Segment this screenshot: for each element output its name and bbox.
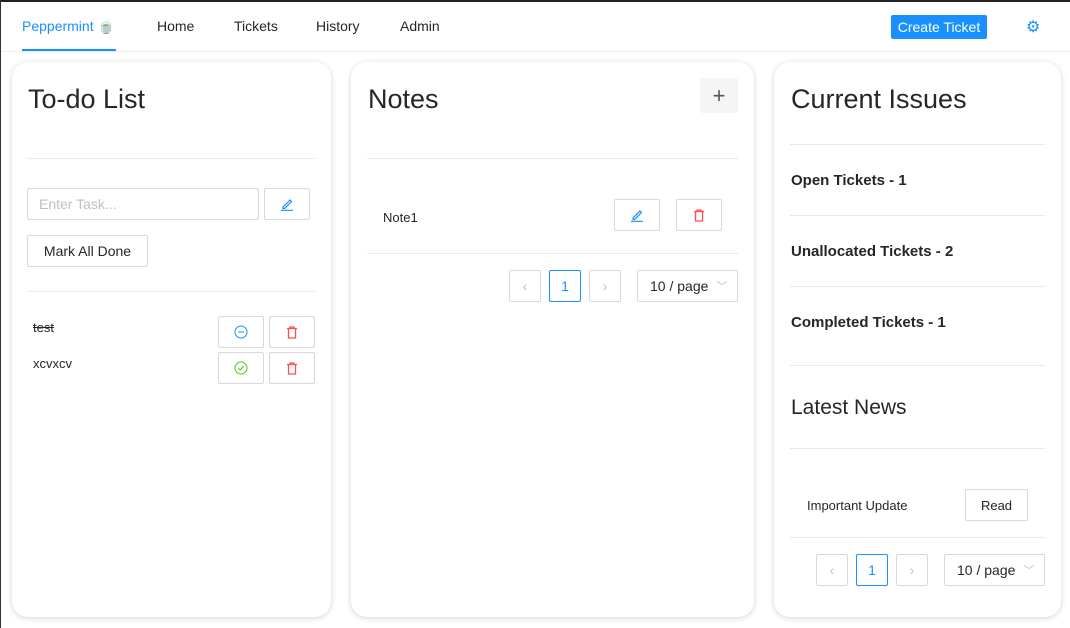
chevron-down-icon: ﹀ [716,281,728,293]
add-task-button[interactable] [264,188,310,220]
nav-admin[interactable]: Admin [400,18,440,34]
notes-title: Notes [368,84,439,114]
trash-icon [287,325,297,339]
todo-card: To-do List Enter Task... Mark All Done t… [12,62,331,617]
page-size-select[interactable]: 10 / page ﹀ [637,270,738,302]
page-1-button[interactable]: 1 [856,554,888,586]
divider [790,215,1045,216]
nav-home[interactable]: Home [157,18,194,34]
next-page-button[interactable]: › [589,270,621,302]
delete-task-button[interactable] [269,352,315,384]
page-size-value: 10 / page [957,562,1016,578]
prev-page-button[interactable]: ‹ [509,270,541,302]
mark-all-done-button[interactable]: Mark All Done [27,235,148,267]
nav-brand[interactable]: Peppermint 🍵 [22,18,115,35]
divider [367,253,738,254]
divider [790,286,1045,287]
add-note-button[interactable]: + [700,78,738,113]
notes-card: Notes + Note1 ‹ 1 › 10 / page ﹀ [351,62,754,617]
task-text: test [33,320,54,335]
trash-icon [694,208,704,222]
todo-title: To-do List [28,84,146,114]
tea-icon: 🍵 [97,18,115,34]
nav-tickets[interactable]: Tickets [234,18,278,34]
delete-task-button[interactable] [269,316,315,348]
task-input[interactable]: Enter Task... [27,188,259,220]
edit-icon [631,210,643,222]
divider [27,291,315,292]
page-1-button[interactable]: 1 [549,270,581,302]
divider [27,158,315,159]
minus-circle-icon [234,325,248,339]
active-tab-indicator [22,49,116,51]
completed-tickets-count: Completed Tickets - 1 [791,314,946,331]
page-size-select[interactable]: 10 / page ﹀ [944,554,1045,586]
edit-icon [281,199,293,211]
open-tickets-count: Open Tickets - 1 [791,172,907,189]
create-ticket-button[interactable]: Create Ticket [891,15,987,39]
news-item-title: Important Update [807,498,908,513]
news-title: Latest News [791,396,907,419]
chevron-down-icon: ﹀ [1023,565,1035,577]
brand-label: Peppermint [22,18,94,34]
edit-note-button[interactable] [614,199,660,231]
issues-title: Current Issues [791,84,967,114]
settings-gear-icon[interactable]: ⚙ [1026,17,1040,37]
plus-icon: + [712,82,726,108]
divider [367,158,738,159]
complete-task-button[interactable] [218,352,264,384]
next-page-button[interactable]: › [896,554,928,586]
divider [790,144,1045,145]
top-nav: Peppermint 🍵 Home Tickets History Admin … [1,4,1070,52]
unallocated-tickets-count: Unallocated Tickets - 2 [791,243,954,260]
check-circle-icon [234,361,248,375]
undo-task-button[interactable] [218,316,264,348]
divider [790,365,1045,366]
trash-icon [287,361,297,375]
task-text: xcvxcv [33,356,72,371]
note-title[interactable]: Note1 [383,210,418,225]
divider [790,448,1045,449]
read-news-button[interactable]: Read [965,489,1028,521]
delete-note-button[interactable] [676,199,722,231]
divider [790,537,1045,538]
nav-history[interactable]: History [316,18,360,34]
issues-card: Current Issues Open Tickets - 1 Unalloca… [774,62,1061,617]
prev-page-button[interactable]: ‹ [816,554,848,586]
page-size-value: 10 / page [650,278,709,294]
